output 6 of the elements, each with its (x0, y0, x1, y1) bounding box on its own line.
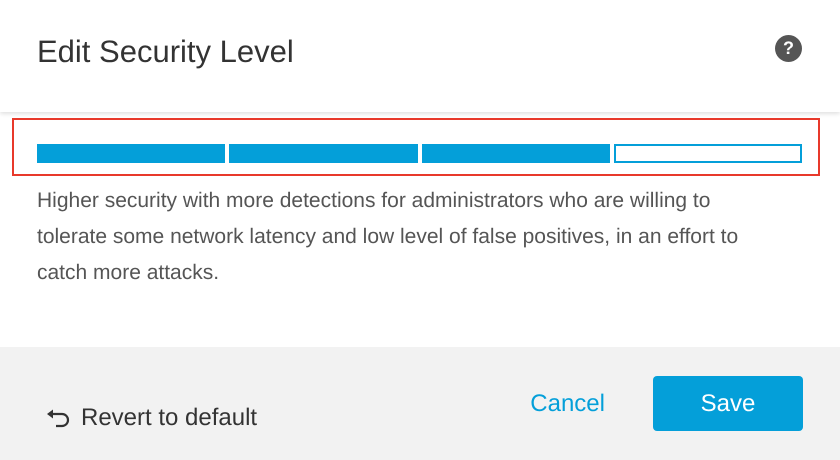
dialog-title: Edit Security Level (37, 34, 295, 70)
level-segment[interactable] (614, 144, 802, 163)
help-icon[interactable]: ? (775, 34, 802, 62)
revert-button[interactable]: Revert to default (45, 404, 258, 432)
description: Higher security with more detections for administrators who are willing to tolerate some network latency and low level of false positives, in an effort to catch more attacks. (37, 188, 740, 286)
undo-icon (45, 408, 71, 428)
